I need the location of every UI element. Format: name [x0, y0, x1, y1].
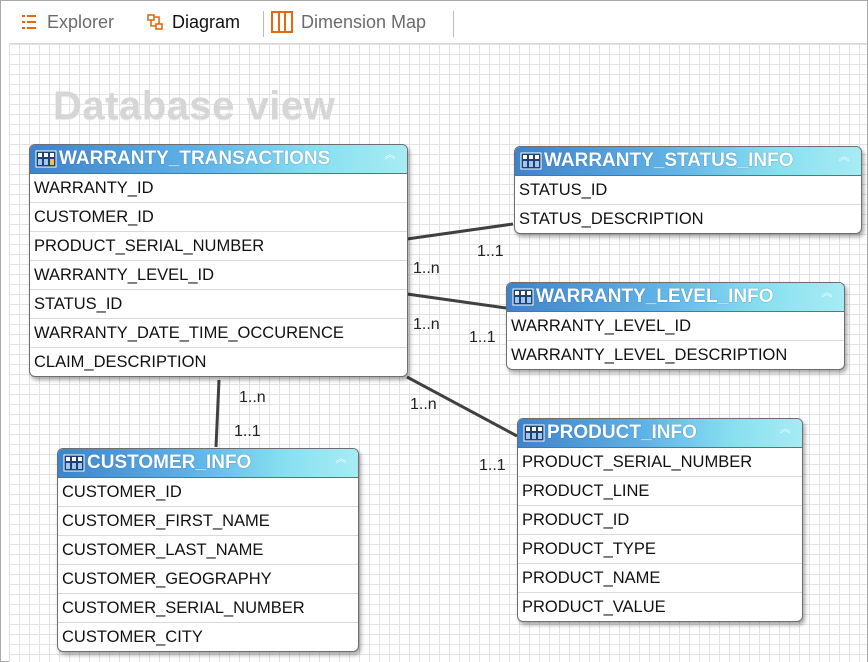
table-customer-info[interactable]: CUSTOMER_INFO ︽ CUSTOMER_ID CUSTOMER_FIR…: [57, 448, 359, 652]
table-header[interactable]: WARRANTY_LEVEL_INFO ︽: [507, 283, 844, 312]
field-row[interactable]: CUSTOMER_SERIAL_NUMBER: [58, 594, 358, 623]
tab-bar: Explorer Diagram Dimension Map: [1, 1, 867, 41]
field-row[interactable]: WARRANTY_LEVEL_ID: [30, 261, 407, 290]
tab-diagram[interactable]: Diagram: [146, 9, 240, 35]
field-row[interactable]: CUSTOMER_LAST_NAME: [58, 536, 358, 565]
tab-divider: [453, 11, 454, 37]
collapse-icon[interactable]: ︽: [778, 424, 792, 439]
collapse-icon[interactable]: ︽: [837, 152, 851, 167]
cardinality-label: 1..1: [477, 243, 504, 260]
field-row[interactable]: WARRANTY_ID: [30, 174, 407, 203]
field-row[interactable]: STATUS_DESCRIPTION: [515, 205, 861, 233]
tab-dimension-map-label: Dimension Map: [301, 11, 427, 32]
field-row[interactable]: PRODUCT_NAME: [518, 564, 802, 593]
field-row[interactable]: CLAIM_DESCRIPTION: [30, 348, 407, 376]
collapse-icon[interactable]: ︽: [820, 288, 834, 303]
field-row[interactable]: STATUS_ID: [515, 176, 861, 205]
field-row[interactable]: STATUS_ID: [30, 290, 407, 319]
field-row[interactable]: PRODUCT_LINE: [518, 477, 802, 506]
field-row[interactable]: CUSTOMER_CITY: [58, 623, 358, 651]
diagram-canvas[interactable]: Database view 1..n 1..1 1..n 1..1 1..n 1…: [9, 43, 867, 662]
collapse-icon[interactable]: ︽: [334, 454, 348, 469]
field-row[interactable]: PRODUCT_TYPE: [518, 535, 802, 564]
diagram-icon: [146, 13, 164, 31]
table-warranty-status-info[interactable]: WARRANTY_STATUS_INFO ︽ STATUS_ID STATUS_…: [514, 146, 862, 234]
field-row[interactable]: PRODUCT_VALUE: [518, 593, 802, 621]
table-title: PRODUCT_INFO: [547, 422, 697, 443]
field-row[interactable]: CUSTOMER_ID: [30, 203, 407, 232]
table-icon: [512, 287, 534, 307]
collapse-icon[interactable]: ︽: [383, 150, 397, 165]
cardinality-label: 1..1: [479, 457, 506, 474]
table-icon: [520, 151, 542, 171]
field-row[interactable]: PRODUCT_SERIAL_NUMBER: [518, 448, 802, 477]
table-icon: [523, 423, 545, 443]
tab-explorer-label: Explorer: [47, 11, 115, 32]
field-row[interactable]: PRODUCT_SERIAL_NUMBER: [30, 232, 407, 261]
cardinality-label: 1..n: [413, 316, 440, 333]
link-status[interactable]: [406, 222, 514, 241]
field-row[interactable]: WARRANTY_DATE_TIME_OCCURENCE: [30, 319, 407, 348]
diagram-window: Explorer Diagram Dimension Map Database …: [0, 0, 868, 662]
tab-dimension-map[interactable]: Dimension Map: [271, 9, 426, 35]
tab-diagram-label: Diagram: [172, 11, 241, 32]
cardinality-label: 1..n: [239, 389, 266, 406]
field-row[interactable]: CUSTOMER_FIRST_NAME: [58, 507, 358, 536]
table-header[interactable]: CUSTOMER_INFO ︽: [58, 449, 358, 478]
field-row[interactable]: CUSTOMER_GEOGRAPHY: [58, 565, 358, 594]
table-title: WARRANTY_LEVEL_INFO: [536, 286, 774, 307]
link-level[interactable]: [406, 292, 507, 310]
table-header[interactable]: WARRANTY_STATUS_INFO ︽: [515, 147, 861, 176]
table-warranty-transactions[interactable]: WARRANTY_TRANSACTIONS ︽ WARRANTY_ID CUST…: [29, 144, 408, 377]
cardinality-label: 1..1: [469, 329, 496, 346]
link-customer[interactable]: [214, 379, 221, 448]
table-title: CUSTOMER_INFO: [87, 452, 252, 473]
table-title: WARRANTY_TRANSACTIONS: [59, 148, 331, 169]
field-row[interactable]: WARRANTY_LEVEL_DESCRIPTION: [507, 341, 844, 369]
field-row[interactable]: WARRANTY_LEVEL_ID: [507, 312, 844, 341]
cardinality-label: 1..n: [413, 260, 440, 277]
table-warranty-level-info[interactable]: WARRANTY_LEVEL_INFO ︽ WARRANTY_LEVEL_ID …: [506, 282, 845, 370]
table-icon: [63, 453, 85, 473]
list-icon: [21, 13, 39, 31]
table-title: WARRANTY_STATUS_INFO: [544, 150, 794, 171]
tab-explorer[interactable]: Explorer: [21, 9, 114, 35]
table-header[interactable]: WARRANTY_TRANSACTIONS ︽: [30, 145, 407, 174]
cardinality-label: 1..1: [234, 423, 261, 440]
tab-divider: [263, 11, 264, 37]
cardinality-label: 1..n: [410, 396, 437, 413]
table-product-info[interactable]: PRODUCT_INFO ︽ PRODUCT_SERIAL_NUMBER PRO…: [517, 418, 803, 622]
dimension-map-icon: [271, 11, 293, 33]
table-header[interactable]: PRODUCT_INFO ︽: [518, 419, 802, 448]
field-row[interactable]: PRODUCT_ID: [518, 506, 802, 535]
field-row[interactable]: CUSTOMER_ID: [58, 478, 358, 507]
table-icon: [35, 149, 57, 169]
